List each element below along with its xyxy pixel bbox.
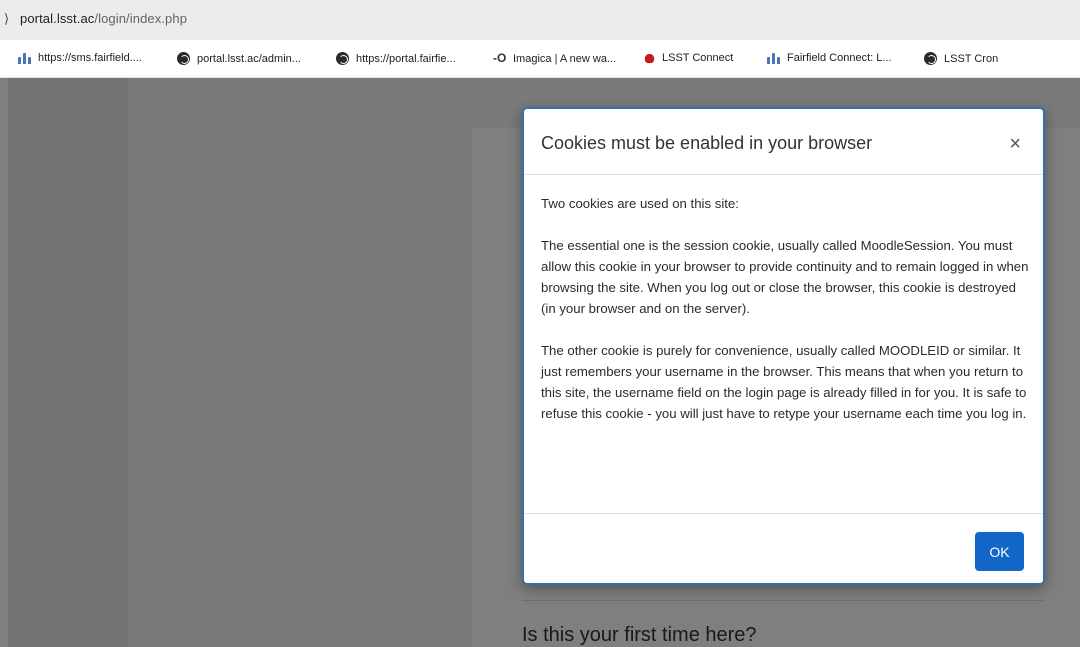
bookmarks-bar: https://sms.fairfield.... portal.lsst.ac…: [0, 40, 1080, 78]
bookmark-label: LSST Cron: [944, 52, 999, 65]
bookmark-portal-fairfield[interactable]: https://portal.fairfie...: [336, 52, 456, 65]
modal-footer: OK: [524, 513, 1043, 585]
people-icon: [18, 52, 31, 64]
modal-title: Cookies must be enabled in your browser: [541, 133, 873, 153]
ok-button[interactable]: OK: [975, 532, 1024, 571]
modal-body: Two cookies are used on this site: The e…: [541, 193, 1033, 445]
bookmark-imagica[interactable]: -O Imagica | A new wa...: [493, 52, 616, 65]
bookmark-portal-admin[interactable]: portal.lsst.ac/admin...: [177, 52, 301, 65]
cookies-modal: Cookies must be enabled in your browser …: [522, 107, 1045, 585]
bookmark-lsst-cron[interactable]: LSST Cron: [924, 52, 998, 65]
bookmark-label: portal.lsst.ac/admin...: [197, 52, 301, 65]
globe-icon: [177, 52, 190, 65]
bookmark-label: https://sms.fairfield....: [38, 52, 142, 64]
address-bar[interactable]: ⟩ portal.lsst.ac/login/index.php: [0, 0, 1080, 40]
bookmark-fairfield-connect[interactable]: Fairfield Connect: L...: [767, 52, 892, 64]
bookmark-lsst-connect[interactable]: LSST Connect: [644, 52, 733, 64]
url-path: /login/index.php: [94, 11, 188, 26]
people-icon: [767, 52, 780, 64]
url-host: portal.lsst.ac: [20, 11, 95, 26]
modal-paragraph: The essential one is the session cookie,…: [541, 238, 1029, 316]
bookmark-label: Imagica | A new wa...: [513, 52, 617, 65]
bookmark-label: https://portal.fairfie...: [356, 52, 456, 65]
bookmark-label: LSST Connect: [662, 52, 734, 64]
tab-edge-icon: ⟩: [4, 11, 10, 26]
globe-icon: [336, 52, 349, 65]
modal-header: Cookies must be enabled in your browser …: [524, 109, 1043, 175]
url-field[interactable]: portal.lsst.ac/login/index.php: [20, 11, 187, 26]
bookmark-sms-fairfield[interactable]: https://sms.fairfield....: [18, 52, 142, 64]
close-icon[interactable]: ×: [1009, 134, 1021, 154]
bookmark-label: Fairfield Connect: L...: [787, 52, 892, 64]
modal-paragraph: The other cookie is purely for convenien…: [541, 343, 1027, 421]
lsst-icon: [644, 53, 655, 63]
modal-paragraph: Two cookies are used on this site:: [541, 196, 739, 211]
globe-icon: [924, 52, 937, 65]
imagica-icon: -O: [493, 51, 507, 65]
